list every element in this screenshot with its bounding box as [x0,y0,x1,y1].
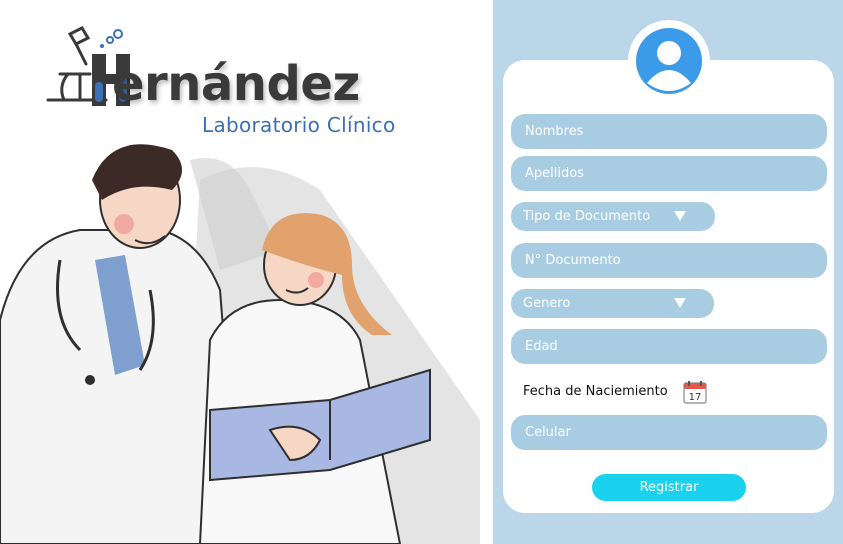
celular-placeholder: Celular [525,425,571,440]
nombres-placeholder: Nombres [525,124,584,139]
numero-documento-input[interactable]: N° Documento [511,243,827,278]
edad-input[interactable]: Edad [511,329,827,364]
user-avatar-icon [636,28,702,94]
chevron-down-icon [674,211,686,221]
branding-panel: ernández Laboratorio Clínico [0,0,493,544]
apellidos-input[interactable]: Apellidos [511,156,827,191]
edad-placeholder: Edad [525,339,558,354]
celular-input[interactable]: Celular [511,415,827,450]
numero-documento-placeholder: N° Documento [525,253,621,268]
brand-name: ernández [112,56,360,112]
nombres-input[interactable]: Nombres [511,114,827,149]
registrar-button[interactable]: Registrar [592,474,746,501]
genero-select[interactable]: Genero [511,289,714,318]
apellidos-placeholder: Apellidos [525,166,584,181]
tipo-documento-select[interactable]: Tipo de Documento [511,202,715,231]
calendar-day: 17 [689,392,702,403]
chevron-down-icon [674,298,686,308]
tipo-documento-value: Tipo de Documento [523,209,651,224]
doctors-reviewing-folder-illustration [0,144,480,544]
registrar-label: Registrar [639,480,699,495]
calendar-icon[interactable]: 17 [683,380,707,404]
brand-subtitle: Laboratorio Clínico [202,113,396,137]
fecha-nacimiento-label: Fecha de Naciemiento [523,384,668,399]
genero-value: Genero [523,296,571,311]
